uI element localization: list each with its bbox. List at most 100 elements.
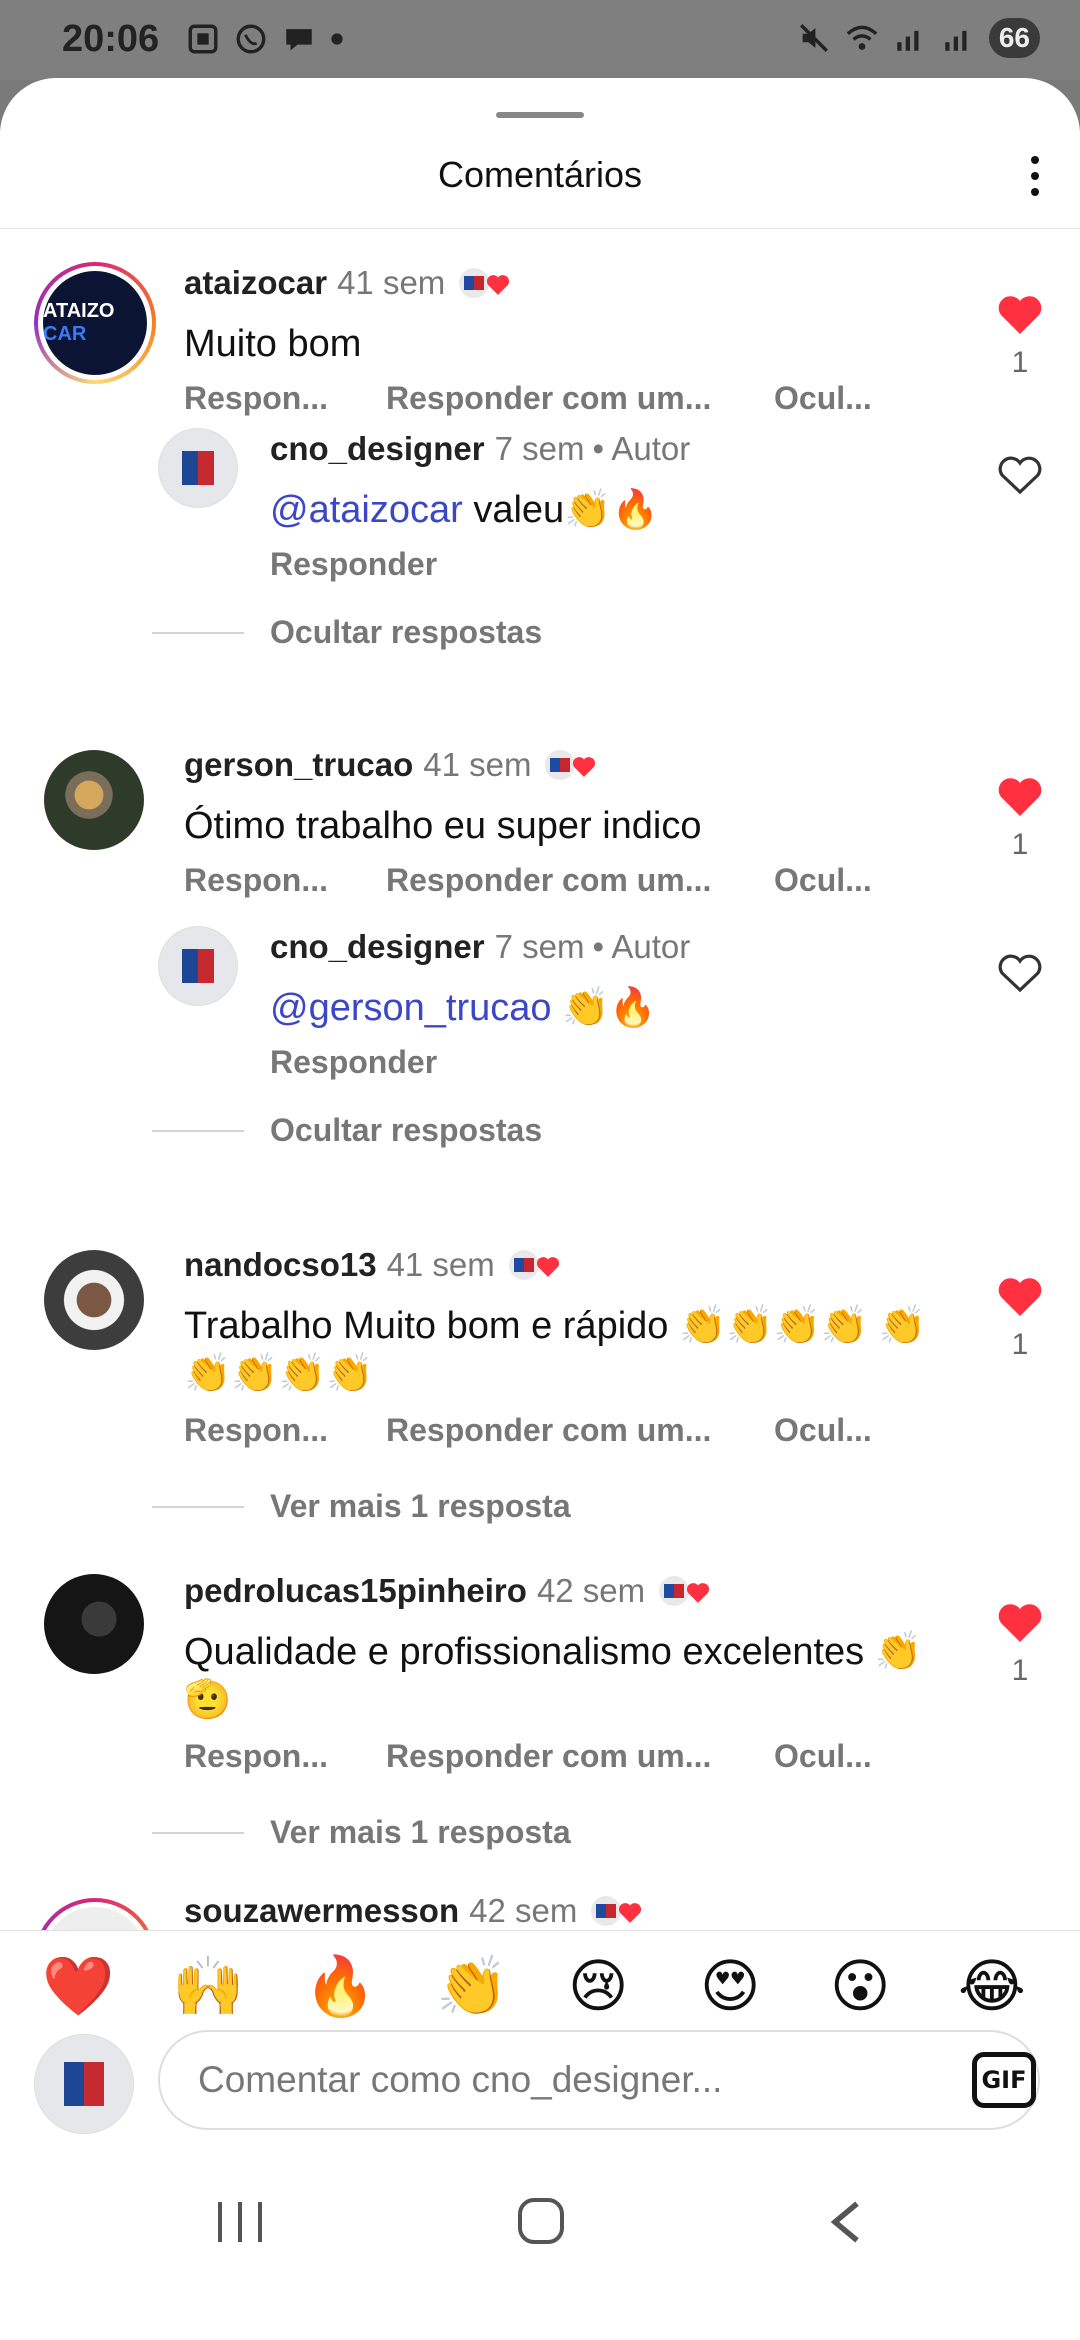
username[interactable]: nandocso13 [184, 1246, 377, 1284]
emoji-heart-eyes-button[interactable]: 😍 [700, 1953, 760, 2019]
hide-replies-button[interactable]: Ocultar respostas [152, 614, 542, 651]
reply-text: 👏🔥 [551, 987, 657, 1029]
username[interactable]: ataizocar [184, 264, 327, 302]
liked-by-author-badge [589, 1894, 643, 1928]
author-tag: • Autor [592, 928, 691, 965]
comment-actions: Respon... Responder com um... Ocul... [184, 380, 872, 417]
thread-line [152, 1831, 244, 1834]
heart-filled-icon [998, 1278, 1042, 1316]
avatar[interactable] [158, 428, 238, 508]
heart-filled-icon [998, 778, 1042, 816]
home-button[interactable] [518, 2198, 564, 2244]
comment-actions: Responder [270, 1044, 437, 1081]
mute-icon [799, 24, 828, 52]
like-button[interactable]: 1 [990, 1600, 1050, 1688]
gif-button[interactable]: GIF [972, 2052, 1036, 2108]
avatar[interactable] [44, 1250, 144, 1350]
hide-button[interactable]: Ocul... [774, 862, 872, 899]
emoji-raised-hands-button[interactable]: 🙌 [172, 1953, 244, 2019]
like-button[interactable] [990, 452, 1050, 496]
wifi-icon [846, 25, 878, 50]
reply-button[interactable]: Respon... [184, 1412, 386, 1449]
timestamp: 41 sem [423, 746, 532, 783]
heart-outline-icon [998, 456, 1042, 495]
like-count: 1 [1011, 828, 1029, 861]
like-button[interactable]: 1 [990, 1274, 1050, 1362]
reply-button[interactable]: Responder [270, 1044, 437, 1081]
like-button[interactable]: 1 [990, 774, 1050, 862]
reply-button[interactable]: Respon... [184, 380, 386, 417]
comment-meta: ataizocar 41 sem [184, 264, 511, 302]
reply-with-button[interactable]: Responder com um... [386, 380, 774, 417]
mention-link[interactable]: @ataizocar [270, 489, 463, 531]
dot-icon [331, 33, 343, 45]
avatar[interactable] [44, 750, 144, 850]
liked-by-author-badge [657, 1574, 711, 1608]
username[interactable]: gerson_trucao [184, 746, 413, 784]
reply-button[interactable]: Respon... [184, 862, 386, 899]
avatar[interactable]: ATAIZO CAR [34, 262, 156, 384]
view-more-replies-button[interactable]: Ver mais 1 resposta [152, 1814, 571, 1851]
view-more-replies-label: Ver mais 1 resposta [270, 1488, 571, 1524]
thread-line [152, 1505, 244, 1508]
system-icons: 66 [797, 18, 1040, 58]
author-tag: • Autor [592, 430, 691, 467]
comment-text: Muito bom [184, 323, 362, 365]
like-count: 1 [1011, 1654, 1029, 1687]
reply-with-button[interactable]: Responder com um... [386, 1412, 774, 1449]
username[interactable]: souzawermesson [184, 1892, 459, 1930]
comment-text: @ataizocar valeu👏🔥 [270, 486, 659, 534]
emoji-crying-button[interactable]: 😢 [568, 1953, 628, 2019]
drag-handle[interactable] [496, 112, 584, 118]
like-button[interactable] [990, 950, 1050, 994]
recents-button[interactable] [218, 2202, 262, 2242]
reply-button[interactable]: Respon... [184, 1738, 386, 1775]
avatar[interactable] [44, 1574, 144, 1674]
comment-text: @gerson_trucao 👏🔥 [270, 984, 657, 1032]
hide-replies-label: Ocultar respostas [270, 614, 543, 650]
sheet-title: Comentários [437, 154, 643, 195]
emoji-laughing-button[interactable]: 😂 [958, 1953, 1026, 2019]
username[interactable]: cno_designer [270, 430, 485, 468]
current-user-avatar [34, 2034, 134, 2134]
comment-actions: Respon... Responder com um... Ocul... [184, 1738, 872, 1775]
avatar[interactable] [158, 926, 238, 1006]
system-nav-bar [0, 2180, 1080, 2260]
comment-text: Qualidade e profissionalismo excelentes … [184, 1631, 923, 1721]
comment-input-placeholder: Comentar como cno_designer... [198, 2059, 723, 2100]
comment-meta: pedrolucas15pinheiro 42 sem [184, 1572, 711, 1610]
comment-meta: gerson_trucao 41 sem [184, 746, 597, 784]
hide-button[interactable]: Ocul... [774, 380, 872, 417]
notification-icons [186, 22, 344, 56]
emoji-fire-button[interactable]: 🔥 [304, 1953, 376, 2019]
comment-meta: cno_designer 7 sem • Autor [270, 928, 690, 966]
comment-actions: Responder [270, 546, 437, 583]
hide-button[interactable]: Ocul... [774, 1738, 872, 1775]
like-button[interactable]: 1 [990, 292, 1050, 380]
back-icon[interactable] [826, 2200, 866, 2244]
reply-with-button[interactable]: Responder com um... [386, 1738, 774, 1775]
mention-link[interactable]: @gerson_trucao [270, 987, 552, 1029]
like-count: 1 [1011, 346, 1029, 379]
reply-with-button[interactable]: Responder com um... [386, 862, 774, 899]
comment-input[interactable]: Comentar como cno_designer... [158, 2030, 1040, 2130]
timestamp: 41 sem [386, 1246, 495, 1283]
username[interactable]: cno_designer [270, 928, 485, 966]
comment-meta: souzawermesson 42 sem [184, 1892, 643, 1930]
heart-filled-icon [619, 1903, 642, 1923]
emoji-surprised-button[interactable]: 😮 [830, 1953, 890, 2019]
emoji-clap-button[interactable]: 👏 [436, 1953, 508, 2019]
hide-replies-button[interactable]: Ocultar respostas [152, 1112, 542, 1149]
liked-by-author-badge [543, 748, 597, 782]
username[interactable]: pedrolucas15pinheiro [184, 1572, 527, 1610]
heart-filled-icon [998, 1604, 1042, 1642]
hide-button[interactable]: Ocul... [774, 1412, 872, 1449]
more-options-button[interactable] [1020, 148, 1050, 204]
comment-text: Ótimo trabalho eu super indico [184, 805, 702, 847]
whatsapp-icon [236, 24, 266, 54]
status-bar: 20:06 66 [0, 0, 1080, 80]
signal-icon [897, 30, 919, 51]
view-more-replies-button[interactable]: Ver mais 1 resposta [152, 1488, 571, 1525]
reply-button[interactable]: Responder [270, 546, 437, 583]
emoji-heart-button[interactable]: ❤️ [42, 1953, 114, 2019]
